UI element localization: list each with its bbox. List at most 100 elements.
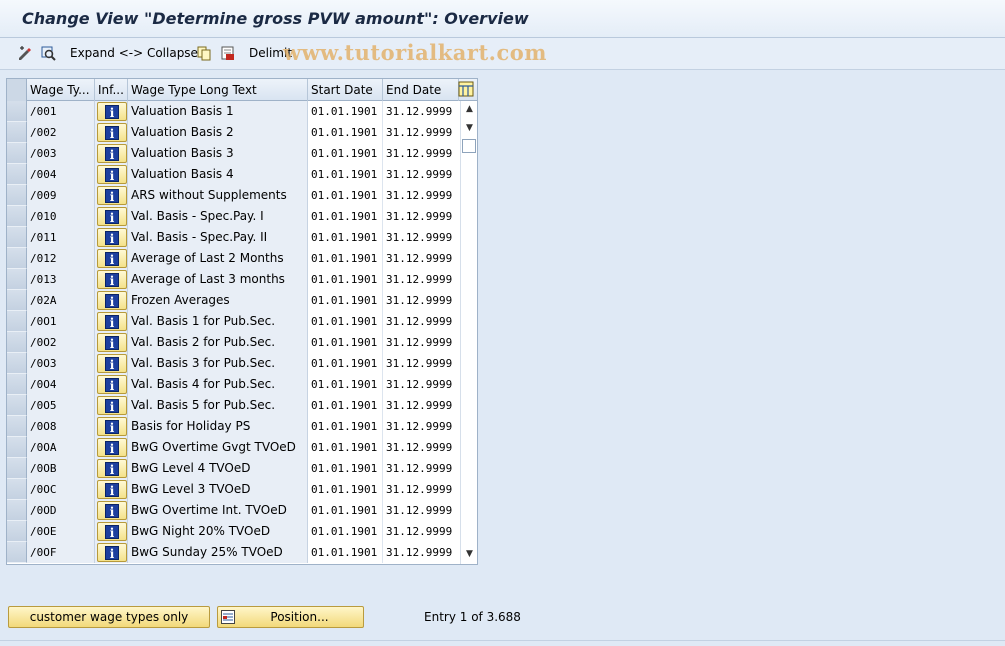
position-button[interactable]: Position... — [217, 606, 364, 628]
cell-long-text[interactable]: Val. Basis - Spec.Pay. I — [128, 206, 308, 227]
row-selector[interactable] — [7, 269, 27, 290]
cell-wage-type[interactable]: /0OD — [27, 500, 95, 521]
cell-wage-type[interactable]: /0O1 — [27, 311, 95, 332]
info-button[interactable]: i — [97, 207, 127, 226]
info-button[interactable]: i — [97, 312, 127, 331]
info-button[interactable]: i — [97, 438, 127, 457]
cell-end-date[interactable]: 31.12.9999 — [383, 374, 459, 395]
info-button[interactable]: i — [97, 396, 127, 415]
cell-end-date[interactable]: 31.12.9999 — [383, 416, 459, 437]
cell-wage-type[interactable]: /012 — [27, 248, 95, 269]
table-row[interactable]: /004 i Valuation Basis 4 01.01.1901 31.12.99… — [7, 164, 459, 185]
cell-long-text[interactable]: BwG Overtime Int. TVOeD — [128, 500, 308, 521]
row-selector[interactable] — [7, 227, 27, 248]
expand-collapse-button[interactable]: Expand <-> Collapse — [70, 46, 198, 60]
cell-end-date[interactable]: 31.12.9999 — [383, 164, 459, 185]
table-row[interactable]: /0OC i BwG Level 3 TVOeD 01.01.1901 31.12.99… — [7, 479, 459, 500]
info-button[interactable]: i — [97, 165, 127, 184]
cell-wage-type[interactable]: /0OB — [27, 458, 95, 479]
cell-wage-type[interactable]: /02A — [27, 290, 95, 311]
vertical-scrollbar[interactable]: ▲ ▼ ▼ — [460, 101, 477, 564]
cell-long-text[interactable]: Valuation Basis 4 — [128, 164, 308, 185]
col-long-text[interactable]: Wage Type Long Text — [128, 79, 308, 101]
row-selector[interactable] — [7, 332, 27, 353]
cell-wage-type[interactable]: /010 — [27, 206, 95, 227]
col-wage-type[interactable]: Wage Ty... — [27, 79, 95, 101]
scroll-down-icon[interactable]: ▼ — [464, 549, 475, 560]
cell-start-date[interactable]: 01.01.1901 — [308, 185, 383, 206]
row-selector[interactable] — [7, 521, 27, 542]
cell-start-date[interactable]: 01.01.1901 — [308, 479, 383, 500]
table-row[interactable]: /0OE i BwG Night 20% TVOeD 01.01.1901 31.12.… — [7, 521, 459, 542]
table-row[interactable]: /012 i Average of Last 2 Months 01.01.1901 3… — [7, 248, 459, 269]
info-button[interactable]: i — [97, 291, 127, 310]
cell-end-date[interactable]: 31.12.9999 — [383, 206, 459, 227]
cell-end-date[interactable]: 31.12.9999 — [383, 437, 459, 458]
row-selector[interactable] — [7, 206, 27, 227]
info-button[interactable]: i — [97, 417, 127, 436]
cell-start-date[interactable]: 01.01.1901 — [308, 248, 383, 269]
table-row[interactable]: /0O5 i Val. Basis 5 for Pub.Sec. 01.01.1901… — [7, 395, 459, 416]
cell-end-date[interactable]: 31.12.9999 — [383, 395, 459, 416]
cell-end-date[interactable]: 31.12.9999 — [383, 458, 459, 479]
info-button[interactable]: i — [97, 333, 127, 352]
table-row[interactable]: /0OD i BwG Overtime Int. TVOeD 01.01.1901 31… — [7, 500, 459, 521]
info-button[interactable]: i — [97, 144, 127, 163]
cell-end-date[interactable]: 31.12.9999 — [383, 479, 459, 500]
cell-long-text[interactable]: BwG Sunday 25% TVOeD — [128, 542, 308, 563]
cell-long-text[interactable]: Val. Basis 3 for Pub.Sec. — [128, 353, 308, 374]
info-button[interactable]: i — [97, 102, 127, 121]
cell-end-date[interactable]: 31.12.9999 — [383, 290, 459, 311]
copy-icon[interactable] — [196, 45, 212, 61]
row-selector[interactable] — [7, 353, 27, 374]
cell-long-text[interactable]: Average of Last 3 months — [128, 269, 308, 290]
table-row[interactable]: /0OA i BwG Overtime Gvgt TVOeD 01.01.1901 31… — [7, 437, 459, 458]
cell-long-text[interactable]: BwG Overtime Gvgt TVOeD — [128, 437, 308, 458]
table-row[interactable]: /0O4 i Val. Basis 4 for Pub.Sec. 01.01.1901… — [7, 374, 459, 395]
row-selector[interactable] — [7, 143, 27, 164]
cell-long-text[interactable]: Val. Basis 2 for Pub.Sec. — [128, 332, 308, 353]
cell-long-text[interactable]: ARS without Supplements — [128, 185, 308, 206]
table-row[interactable]: /0O1 i Val. Basis 1 for Pub.Sec. 01.01.1901… — [7, 311, 459, 332]
cell-long-text[interactable]: BwG Night 20% TVOeD — [128, 521, 308, 542]
cell-end-date[interactable]: 31.12.9999 — [383, 269, 459, 290]
cell-wage-type[interactable]: /004 — [27, 164, 95, 185]
cell-long-text[interactable]: Basis for Holiday PS — [128, 416, 308, 437]
cell-wage-type[interactable]: /0O5 — [27, 395, 95, 416]
row-selector[interactable] — [7, 122, 27, 143]
scroll-thumb[interactable] — [462, 139, 476, 153]
info-button[interactable]: i — [97, 354, 127, 373]
cell-wage-type[interactable]: /0OF — [27, 542, 95, 563]
table-row[interactable]: /001 i Valuation Basis 1 01.01.1901 31.12.99… — [7, 101, 459, 122]
cell-start-date[interactable]: 01.01.1901 — [308, 164, 383, 185]
info-button[interactable]: i — [97, 375, 127, 394]
table-row[interactable]: /003 i Valuation Basis 3 01.01.1901 31.12.99… — [7, 143, 459, 164]
cell-wage-type[interactable]: /009 — [27, 185, 95, 206]
cell-start-date[interactable]: 01.01.1901 — [308, 437, 383, 458]
info-button[interactable]: i — [97, 270, 127, 289]
cell-long-text[interactable]: Frozen Averages — [128, 290, 308, 311]
cell-wage-type[interactable]: /0OC — [27, 479, 95, 500]
col-end-date[interactable]: End Date — [383, 79, 459, 101]
cell-start-date[interactable]: 01.01.1901 — [308, 458, 383, 479]
info-button[interactable]: i — [97, 543, 127, 562]
select-all-icon[interactable] — [40, 45, 56, 61]
cell-end-date[interactable]: 31.12.9999 — [383, 332, 459, 353]
cell-start-date[interactable]: 01.01.1901 — [308, 542, 383, 563]
cell-wage-type[interactable]: /0OE — [27, 521, 95, 542]
cell-end-date[interactable]: 31.12.9999 — [383, 542, 459, 563]
cell-long-text[interactable]: Valuation Basis 3 — [128, 143, 308, 164]
row-selector[interactable] — [7, 437, 27, 458]
cell-wage-type[interactable]: /0O8 — [27, 416, 95, 437]
info-button[interactable]: i — [97, 522, 127, 541]
select-all-rows[interactable] — [7, 79, 27, 101]
cell-long-text[interactable]: Average of Last 2 Months — [128, 248, 308, 269]
cell-start-date[interactable]: 01.01.1901 — [308, 521, 383, 542]
table-row[interactable]: /002 i Valuation Basis 2 01.01.1901 31.12.99… — [7, 122, 459, 143]
cell-end-date[interactable]: 31.12.9999 — [383, 248, 459, 269]
row-selector[interactable] — [7, 248, 27, 269]
cell-long-text[interactable]: BwG Level 4 TVOeD — [128, 458, 308, 479]
table-row[interactable]: /0OF i BwG Sunday 25% TVOeD 01.01.1901 31.12… — [7, 542, 459, 563]
cell-end-date[interactable]: 31.12.9999 — [383, 353, 459, 374]
cell-start-date[interactable]: 01.01.1901 — [308, 206, 383, 227]
